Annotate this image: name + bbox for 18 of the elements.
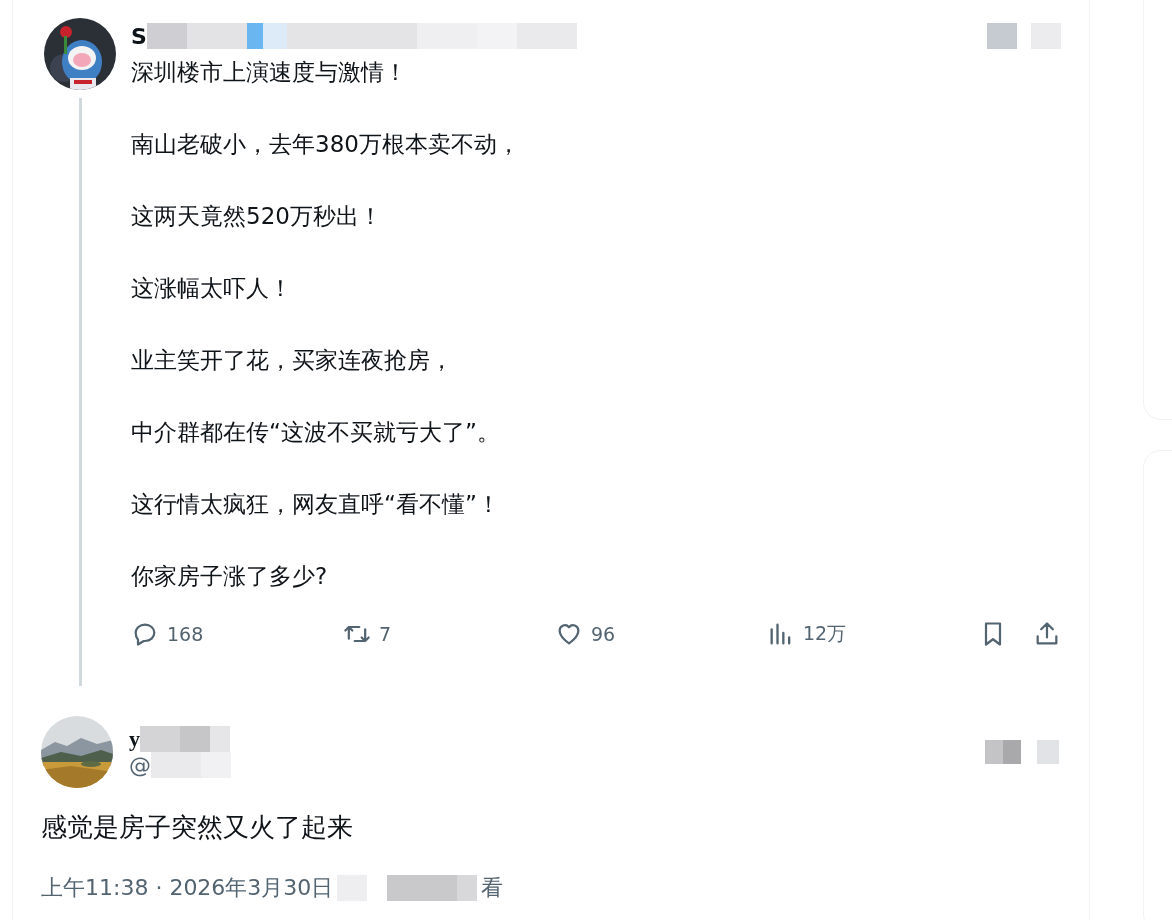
post-text: 你家房子涨了多少? [131,562,329,591]
view-label: 看 [481,874,504,902]
post-text: 这行情太疯狂，网友直呼“看不懂”！ [131,490,501,519]
post-text: 深圳楼市上演速度与激情！ [131,58,408,87]
action-button[interactable]: 12万 [767,620,979,648]
post-text: 这两天竟然520万秒出！ [131,202,383,231]
post-text: 南山老破小，去年380万根本卖不动， [131,130,521,159]
user-name[interactable]: y [129,726,140,752]
action-button[interactable]: 168 [131,620,343,648]
post-text: 业主笑开了花，买家连夜抢房， [131,346,454,375]
action-button[interactable]: 7 [343,620,555,648]
user-handle[interactable]: @ [129,752,151,778]
timestamp[interactable]: 上午11:38 · 2026年3月30日 [41,873,334,903]
reply-text: 感觉是房子突然又火了起来 [41,811,354,844]
action-button[interactable]: 96 [555,620,767,648]
user-name[interactable]: S [131,23,147,49]
post-text: 中介群都在传“这波不买就亏大了”。 [131,418,501,447]
post-text: 这涨幅太吓人！ [131,274,293,303]
